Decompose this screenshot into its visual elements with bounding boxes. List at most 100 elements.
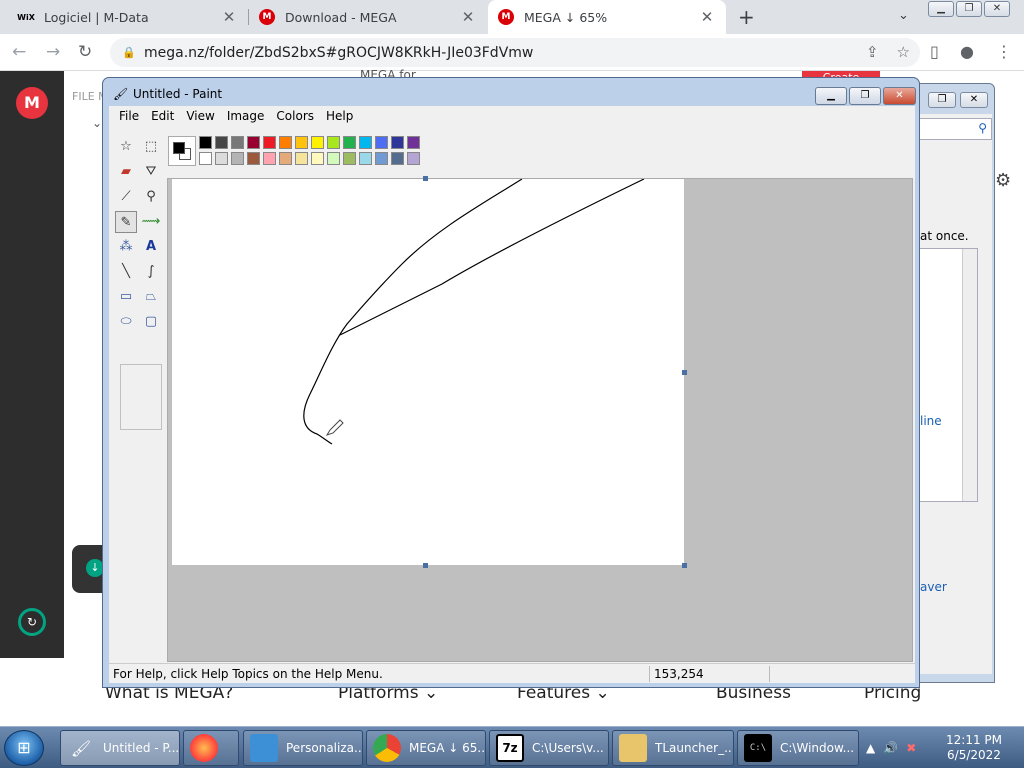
rounded-rect-icon[interactable]: ▢ [140,311,162,333]
tab-close-icon[interactable]: ✕ [220,8,238,26]
palette-swatch[interactable] [247,136,260,149]
palette-swatch[interactable] [279,152,292,165]
palette-swatch[interactable] [407,136,420,149]
airbrush-icon[interactable]: ⁂ [115,236,137,258]
palette-swatch[interactable] [391,136,404,149]
palette-swatch[interactable] [295,152,308,165]
taskbar-item-folder[interactable]: TLauncher_... [612,730,734,766]
search-icon[interactable]: ⚲ [978,121,987,135]
forward-arrow-icon[interactable]: → [46,42,60,62]
tab-close-icon[interactable]: ✕ [459,8,477,26]
palette-swatch[interactable] [407,152,420,165]
tab-search-chevron-icon[interactable]: ⌄ [898,8,909,23]
gear-icon[interactable]: ⚙ [995,170,1011,191]
resize-handle[interactable] [423,176,428,181]
tray-expand-icon[interactable]: ▲ [866,741,875,755]
palette-swatch[interactable] [375,152,388,165]
menu-edit[interactable]: Edit [145,106,180,126]
fill-bucket-icon[interactable]: ⛛ [140,161,162,183]
palette-swatch[interactable] [279,136,292,149]
magnifier-icon[interactable]: ⚲ [140,186,162,208]
palette-swatch[interactable] [199,136,212,149]
text-tool-icon[interactable]: A [140,236,162,258]
menu-help[interactable]: Help [320,106,359,126]
taskbar-item-7zip[interactable]: 7z C:\Users\v... [489,730,609,766]
tool-options-box[interactable] [120,364,162,430]
palette-swatch[interactable] [327,136,340,149]
ellipse-icon[interactable]: ⬭ [115,311,137,333]
palette-swatch[interactable] [231,152,244,165]
palette-swatch[interactable] [375,136,388,149]
current-colors[interactable] [168,136,196,166]
rect-select-icon[interactable]: ⬚ [140,136,162,158]
palette-swatch[interactable] [311,152,324,165]
free-form-select-icon[interactable]: ☆ [115,136,137,158]
paint-titlebar[interactable]: 🖌 Untitled - Paint ▁ ❐ ✕ [103,78,919,106]
palette-swatch[interactable] [263,152,276,165]
start-button[interactable]: ⊞ [4,730,44,766]
resize-handle[interactable] [423,563,428,568]
tab-download-mega[interactable]: M Download - MEGA ✕ [249,0,487,34]
back-arrow-icon[interactable]: ← [12,42,26,62]
palette-swatch[interactable] [359,152,372,165]
drawing-canvas[interactable] [172,178,684,565]
scrollbar[interactable] [962,249,977,501]
bookmark-star-icon[interactable]: ☆ [897,43,910,61]
maximize-button[interactable]: ❐ [849,87,881,105]
clock[interactable]: 12:11 PM 6/5/2022 [934,733,1014,763]
share-icon[interactable]: ⇪ [866,43,879,61]
palette-swatch[interactable] [231,136,244,149]
palette-swatch[interactable] [199,152,212,165]
link-text[interactable]: aver [920,580,947,594]
palette-swatch[interactable] [263,136,276,149]
menu-image[interactable]: Image [221,106,271,126]
link-text[interactable]: line [920,414,942,428]
tab-mdata[interactable]: WiX Logiciel | M-Data ✕ [8,0,248,34]
taskbar-item-personalization[interactable]: Personaliza... [243,730,363,766]
close-button[interactable]: ✕ [883,87,916,105]
color-picker-icon[interactable]: ⟋ [115,186,137,208]
palette-swatch[interactable] [327,152,340,165]
side-panel-icon[interactable]: ▯ [930,42,939,61]
taskbar-item-paint[interactable]: 🖌 Untitled - P... [60,730,180,766]
palette-swatch[interactable] [391,152,404,165]
reload-icon[interactable]: ↻ [78,42,92,62]
palette-swatch[interactable] [343,136,356,149]
palette-swatch[interactable] [215,136,228,149]
polygon-icon[interactable]: ⏢ [140,286,162,308]
search-field[interactable]: ⚲ [914,118,992,140]
chevron-down-icon[interactable]: ⌄ [92,116,102,130]
palette-swatch[interactable] [295,136,308,149]
minimize-button[interactable]: ▁ [815,87,847,105]
menu-file[interactable]: File [113,106,145,126]
palette-swatch[interactable] [247,152,260,165]
pencil-icon[interactable]: ✎ [115,211,137,233]
sync-icon[interactable]: ↻ [18,608,46,636]
palette-swatch[interactable] [343,152,356,165]
palette-swatch[interactable] [311,136,324,149]
list-box[interactable] [918,248,978,502]
menu-view[interactable]: View [180,106,220,126]
taskbar-item-chrome[interactable]: MEGA ↓ 65... [366,730,486,766]
maximize-button[interactable]: ❐ [956,1,982,17]
close-button[interactable]: ✕ [960,92,988,108]
address-bar[interactable]: 🔒 mega.nz/folder/ZbdS2bxS#gROCJW8KRkH-JI… [110,38,920,67]
resize-handle[interactable] [682,370,687,375]
resize-handle[interactable] [682,563,687,568]
tab-mega-download-progress[interactable]: M MEGA ↓ 65% ✕ [488,0,726,34]
palette-swatch[interactable] [215,152,228,165]
taskbar-item-firefox[interactable] [183,730,239,766]
new-tab-button[interactable]: + [738,5,755,29]
network-icon[interactable]: ✖ [906,741,916,755]
close-button[interactable]: ✕ [984,1,1010,17]
line-icon[interactable]: ╲ [115,261,137,283]
profile-avatar-icon[interactable]: ● [960,42,974,61]
menu-kebab-icon[interactable]: ⋮ [996,42,1012,61]
mega-logo[interactable]: M [16,87,48,119]
brush-icon[interactable]: ⟿ [140,211,162,233]
taskbar-item-cmd[interactable]: C:\ C:\Window... [737,730,859,766]
eraser-icon[interactable]: ▰ [115,161,137,183]
palette-swatch[interactable] [359,136,372,149]
volume-icon[interactable]: 🔊 [883,741,898,755]
menu-colors[interactable]: Colors [270,106,320,126]
